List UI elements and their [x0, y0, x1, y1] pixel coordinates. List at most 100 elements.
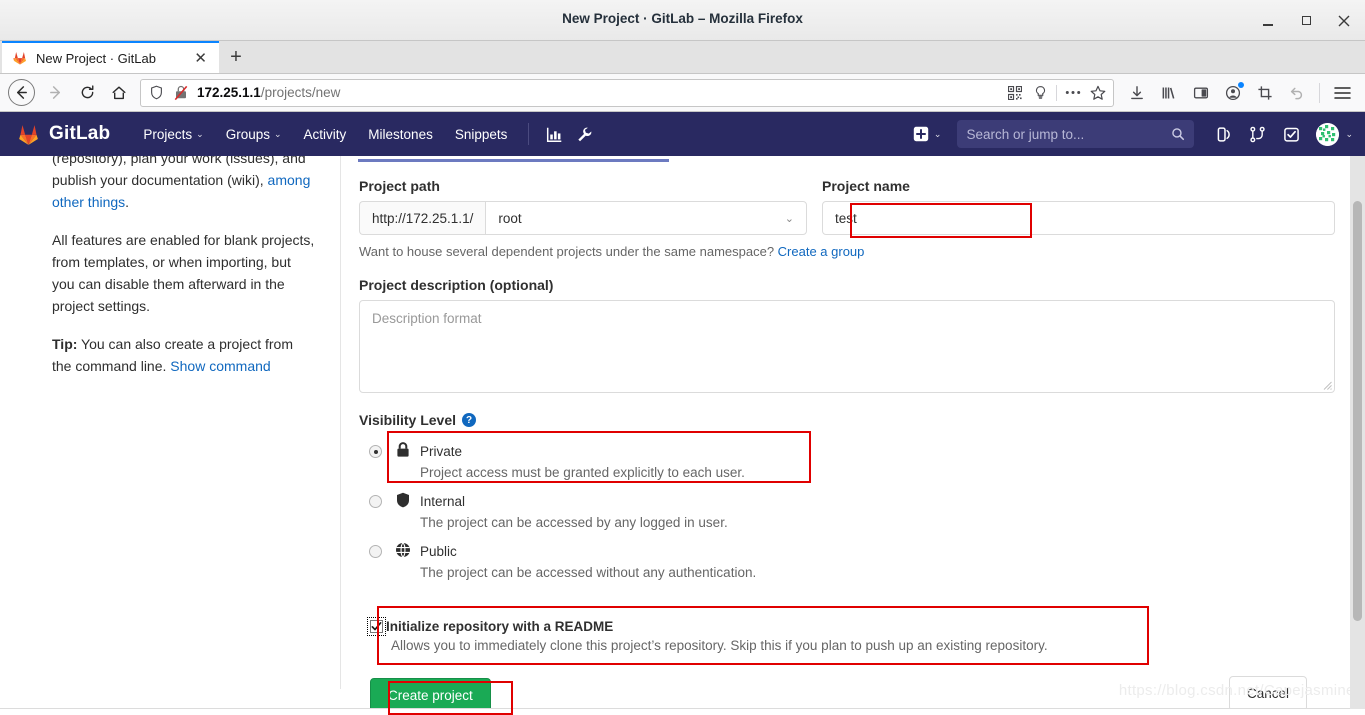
search-input[interactable]: Search or jump to...	[957, 120, 1195, 148]
window-title: New Project · GitLab – Mozilla Firefox	[562, 11, 803, 26]
issues-button[interactable]	[1208, 119, 1238, 149]
browser-tabstrip: New Project · GitLab ✕ +	[0, 41, 1365, 74]
reload-icon	[81, 85, 93, 99]
undo-button[interactable]	[1282, 78, 1312, 108]
back-button[interactable]	[8, 79, 35, 106]
nav-item-groups[interactable]: Groups ⌄	[215, 112, 293, 156]
readme-label: Initialize repository with a README	[386, 619, 614, 634]
analytics-button[interactable]	[539, 119, 569, 149]
aside-paragraph-1: (repository), plan your work (issues), a…	[52, 156, 316, 213]
window-maximize-button[interactable]	[1287, 0, 1325, 41]
todos-icon	[1284, 127, 1299, 142]
page-actions-icon[interactable]	[1064, 84, 1082, 102]
readme-group: Initialize repository with a README Allo…	[359, 612, 1335, 661]
downloads-button[interactable]	[1122, 78, 1152, 108]
visibility-internal-desc: The project can be accessed by any logge…	[420, 515, 728, 530]
page-scrollbar-thumb[interactable]	[1353, 201, 1362, 621]
project-description-group: Project description (optional) Descripti…	[359, 277, 1335, 393]
window-minimize-button[interactable]	[1249, 0, 1287, 41]
help-icon[interactable]: ?	[462, 413, 477, 427]
tip-label: Tip:	[52, 336, 78, 352]
merge-requests-button[interactable]	[1242, 119, 1272, 149]
gitlab-logo[interactable]: GitLab	[16, 122, 110, 147]
lightbulb-icon[interactable]	[1031, 84, 1049, 102]
issues-icon	[1217, 126, 1230, 142]
nav-item-milestones-label: Milestones	[368, 126, 433, 142]
forward-button[interactable]	[40, 78, 70, 108]
page-scrollbar[interactable]	[1350, 156, 1365, 709]
app-menu-button[interactable]	[1327, 78, 1357, 108]
tab-close-icon[interactable]: ✕	[190, 51, 211, 66]
readme-checkbox[interactable]	[367, 617, 386, 636]
user-avatar[interactable]	[1316, 122, 1340, 146]
visibility-option-public[interactable]: Public The project can be accessed witho…	[359, 537, 1335, 587]
account-button[interactable]	[1218, 78, 1248, 108]
browser-tab[interactable]: New Project · GitLab ✕	[2, 41, 219, 73]
gitlab-favicon-icon	[13, 52, 26, 65]
project-path-prefix: http://172.25.1.1/	[359, 201, 486, 235]
new-tab-button[interactable]: +	[219, 41, 253, 73]
aside-paragraph-2: All features are enabled for blank proje…	[52, 232, 315, 314]
qr-code-icon[interactable]	[1006, 84, 1024, 102]
window-close-button[interactable]	[1325, 0, 1363, 41]
create-project-button[interactable]: Create project	[370, 678, 491, 709]
readme-checkbox-row[interactable]: Initialize repository with a README	[367, 617, 1335, 636]
radio-public[interactable]	[369, 545, 382, 558]
chevron-down-icon: ⌄	[784, 212, 794, 225]
radio-internal[interactable]	[369, 495, 382, 508]
shield-icon	[392, 492, 414, 508]
visibility-option-private[interactable]: Private Project access must be granted e…	[359, 437, 1335, 487]
todos-button[interactable]	[1276, 119, 1306, 149]
browser-tab-label: New Project · GitLab	[36, 50, 156, 66]
namespace-hint-text: Want to house several dependent projects…	[359, 244, 778, 259]
nav-item-activity[interactable]: Activity	[293, 112, 358, 156]
url-text[interactable]: 172.25.1.1/projects/new	[197, 85, 999, 100]
project-name-label: Project name	[822, 178, 910, 194]
visibility-option-internal[interactable]: Internal The project can be accessed by …	[359, 487, 1335, 537]
library-button[interactable]	[1154, 78, 1184, 108]
gitlab-header-right: ⌄ Search or jump to... ⌄	[905, 119, 1353, 149]
plus-icon	[913, 126, 929, 142]
shield-tracking-icon[interactable]	[147, 84, 165, 102]
bookmark-star-icon[interactable]	[1089, 84, 1107, 102]
insecure-connection-icon[interactable]	[172, 84, 190, 102]
nav-item-activity-label: Activity	[303, 126, 347, 142]
chevron-down-icon: ⌄	[196, 128, 204, 139]
screenshot-button[interactable]	[1250, 78, 1280, 108]
nav-item-groups-label: Groups	[225, 126, 270, 142]
project-path-input-group: http://172.25.1.1/ root ⌄	[359, 201, 807, 235]
resize-grip-icon[interactable]	[1323, 381, 1332, 390]
visibility-private-title: Private	[420, 444, 463, 459]
project-name-input[interactable]: test	[822, 201, 1335, 235]
radio-private[interactable]	[369, 445, 382, 458]
project-path-label: Project path	[359, 178, 440, 194]
analytics-icon	[546, 127, 562, 142]
create-a-group-link[interactable]: Create a group	[778, 244, 865, 259]
sidebar-button[interactable]	[1186, 78, 1216, 108]
nav-item-milestones[interactable]: Milestones	[357, 112, 444, 156]
chevron-down-icon: ⌄	[273, 128, 282, 139]
project-description-textarea[interactable]: Description format	[359, 300, 1335, 393]
reload-button[interactable]	[72, 78, 102, 108]
url-bar[interactable]: 172.25.1.1/projects/new	[140, 78, 1114, 107]
project-path-field-group: Project path http://172.25.1.1/ root ⌄	[359, 178, 807, 235]
aside-p1-post: .	[125, 194, 130, 210]
nav-item-projects[interactable]: Projects ⌄	[132, 112, 214, 156]
new-item-button[interactable]: ⌄	[905, 126, 950, 142]
search-icon	[1172, 128, 1185, 141]
nav-item-snippets[interactable]: Snippets	[444, 112, 519, 156]
sidebar-icon	[1193, 87, 1209, 98]
show-command-link[interactable]: Show command	[170, 358, 270, 374]
checkmark-icon	[371, 622, 382, 631]
readme-description: Allows you to immediately clone this pro…	[391, 638, 1048, 653]
project-name-value: test	[835, 210, 857, 226]
nav-divider	[528, 123, 530, 145]
aside-tip: Tip: You can also create a project from …	[52, 333, 316, 377]
gitlab-logo-icon	[19, 124, 38, 145]
chevron-down-icon[interactable]: ⌄	[1345, 129, 1353, 140]
menu-icon	[1333, 86, 1351, 99]
namespace-select[interactable]: root ⌄	[485, 201, 807, 235]
admin-area-button[interactable]	[569, 119, 599, 149]
gitlab-header: GitLab Projects ⌄ Groups ⌄ Activity Mile…	[0, 112, 1365, 156]
home-button[interactable]	[104, 78, 134, 108]
